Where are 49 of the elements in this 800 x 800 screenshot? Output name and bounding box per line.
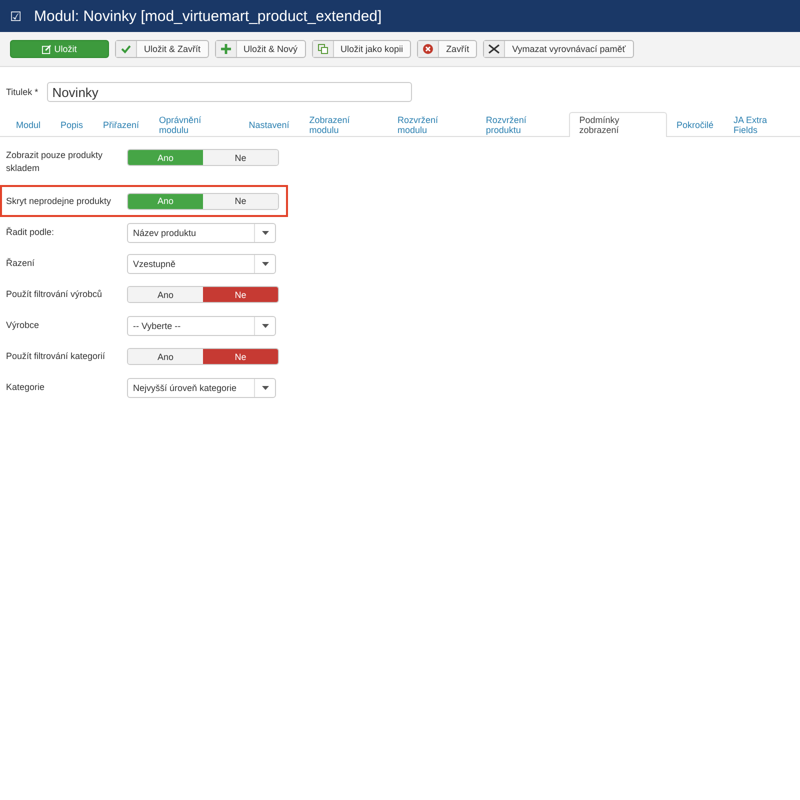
field-label: Skryt neprodejne produkty bbox=[6, 194, 112, 208]
field-label: Kategorie bbox=[6, 381, 46, 394]
caret-icon bbox=[262, 230, 268, 234]
toggle-option[interactable]: Ne bbox=[203, 194, 278, 208]
caret-icon bbox=[262, 386, 268, 390]
field-label: Výrobce bbox=[6, 319, 40, 332]
cross-icon bbox=[488, 44, 500, 54]
check-icon bbox=[121, 44, 131, 54]
field-label: Řadit podle: bbox=[6, 226, 56, 239]
toggle-option[interactable]: Ne bbox=[203, 349, 278, 364]
dropdown[interactable]: Nejvyšší úroveň kategorie bbox=[127, 378, 276, 398]
close-icon bbox=[423, 44, 434, 54]
field-label: Použít filtrování kategorií bbox=[6, 350, 106, 363]
checkbox-icon: ☑ bbox=[10, 8, 22, 24]
toggle-option[interactable]: Ne bbox=[203, 287, 278, 302]
toggle-option[interactable]: Ano bbox=[128, 287, 203, 302]
field-label: Použít filtrování výrobců bbox=[6, 288, 104, 301]
toggle-option[interactable]: Ano bbox=[128, 349, 203, 364]
title-input[interactable]: Novinky bbox=[47, 82, 412, 102]
tab[interactable]: Podmínky zobrazení bbox=[569, 112, 666, 137]
toolbar-button[interactable]: Uložit jako kopii bbox=[312, 40, 412, 58]
caret-icon bbox=[262, 324, 268, 328]
copy-icon bbox=[318, 44, 328, 54]
toggle-option[interactable]: Ne bbox=[203, 150, 278, 165]
dropdown[interactable]: Název produktu bbox=[127, 222, 276, 242]
tab[interactable]: Oprávnění modulu bbox=[149, 112, 239, 137]
tab[interactable]: Popis bbox=[50, 112, 94, 137]
tab[interactable]: Přiřazení bbox=[93, 112, 150, 137]
field-label: Řazení bbox=[6, 257, 36, 270]
tab[interactable]: Nastavení bbox=[238, 112, 300, 137]
plus-icon bbox=[220, 44, 231, 54]
page-title: Modul: Novinky [mod_virtuemart_product_extended] bbox=[34, 8, 382, 24]
toolbar-button[interactable]: Uložit bbox=[10, 40, 109, 58]
tab[interactable]: Modul bbox=[6, 112, 51, 137]
caret-icon bbox=[262, 262, 268, 266]
edit-icon bbox=[42, 44, 52, 54]
tab[interactable]: Zobrazení modulu bbox=[299, 112, 388, 137]
tab[interactable]: JA Extra Fields bbox=[724, 112, 800, 137]
tab[interactable]: Rozvržení modulu bbox=[388, 112, 476, 137]
dropdown[interactable]: -- Vyberte -- bbox=[127, 316, 276, 336]
toolbar-button[interactable]: Uložit & Nový bbox=[214, 40, 306, 58]
field-label: Zobrazit pouze produkty skladem bbox=[6, 149, 104, 175]
tab[interactable]: Pokročilé bbox=[666, 112, 724, 137]
toolbar-button[interactable]: Vymazat vyrovnávací paměť bbox=[483, 40, 634, 58]
field-label: Titulek * bbox=[6, 87, 38, 97]
tab[interactable]: Rozvržení produktu bbox=[476, 112, 570, 137]
dropdown[interactable]: Vzestupně bbox=[127, 254, 276, 274]
toolbar-button[interactable]: Zavřít bbox=[417, 40, 478, 58]
toolbar-button[interactable]: Uložit & Zavřít bbox=[115, 40, 209, 58]
